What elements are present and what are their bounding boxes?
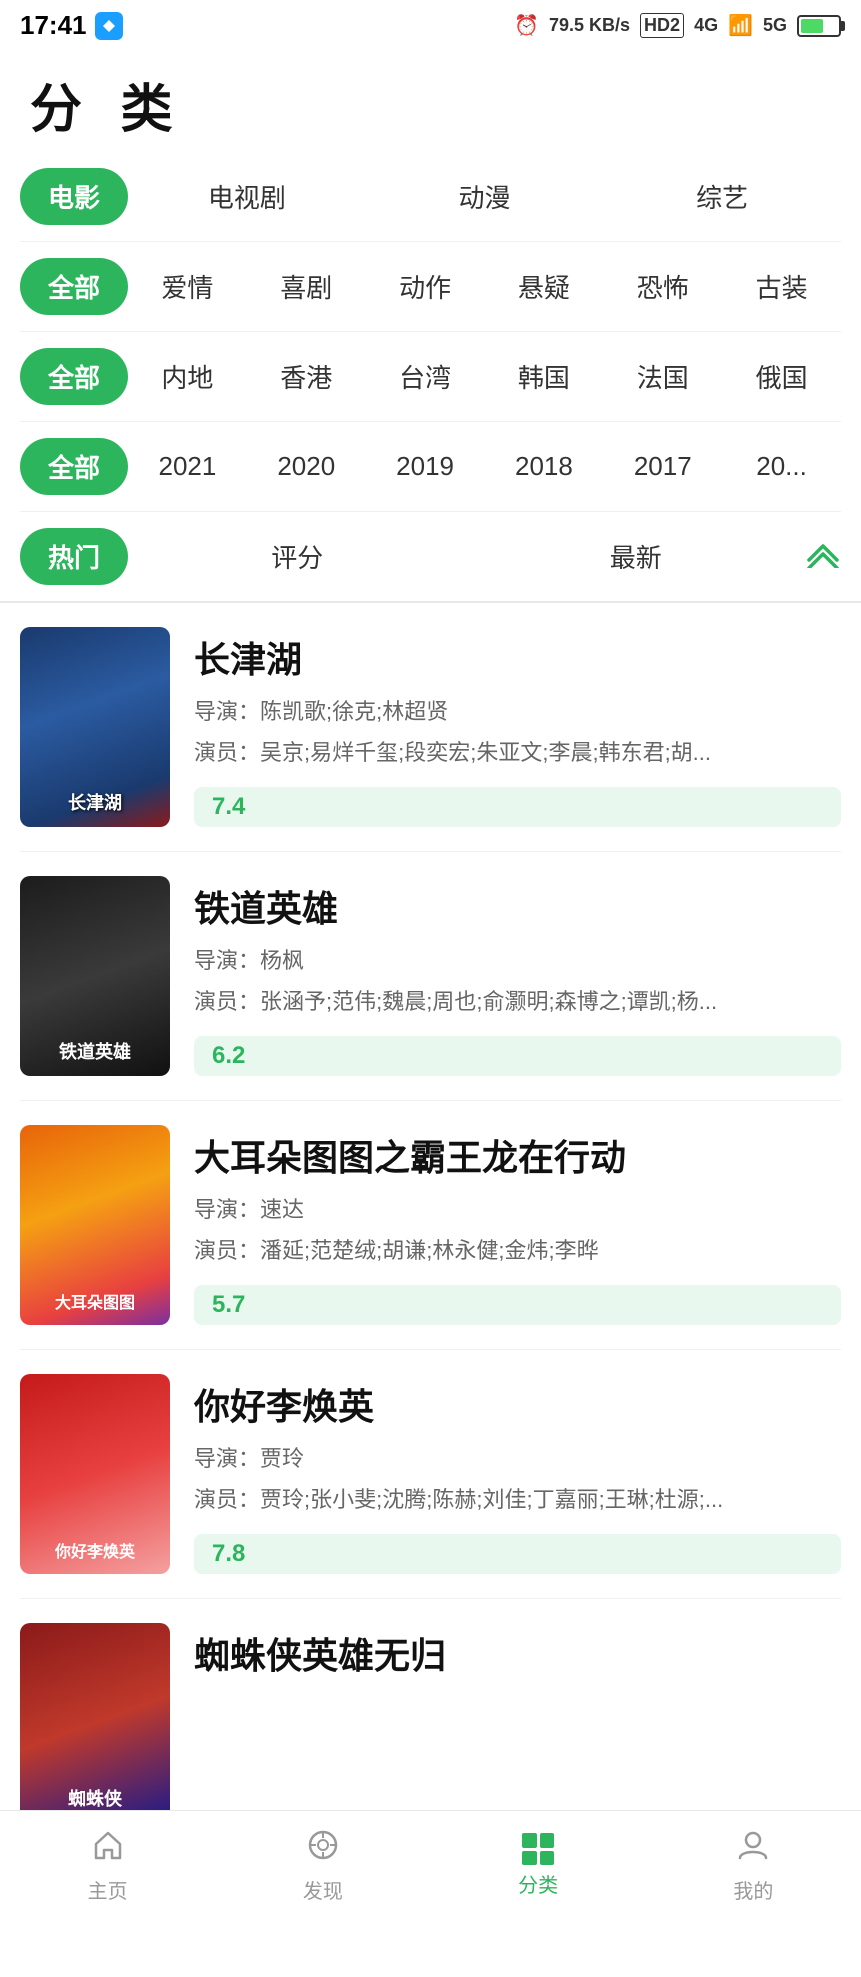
movie-info-spider: 蜘蛛侠英雄无归 xyxy=(194,1623,841,1823)
movie-list: 长津湖 导演：陈凯歌;徐克;林超贤 演员：吴京;易烊千玺;段奕宏;朱亚文;李晨;… xyxy=(0,603,861,1847)
status-bar: 17:41 ⏰ 79.5 KB/s HD2 4G 📶 5G xyxy=(0,0,861,47)
page-title: 分 类 xyxy=(0,47,861,152)
filter-option-2019[interactable]: 2019 xyxy=(366,441,485,492)
movie-cast-nihao: 演员：贾玲;张小斐;沈腾;陈赫;刘佳;丁嘉丽;王琳;杜源;... xyxy=(194,1483,841,1516)
filter-row-genre: 全部 爱情 喜剧 动作 悬疑 恐怖 古装 xyxy=(20,242,841,332)
movie-rating-changjihu: 7.4 xyxy=(194,787,841,827)
filter-option-mystery[interactable]: 悬疑 xyxy=(485,258,604,315)
filter-option-hk[interactable]: 香港 xyxy=(247,348,366,405)
movie-info-nihao: 你好李焕英 导演：贾玲 演员：贾玲;张小斐;沈腾;陈赫;刘佳;丁嘉丽;王琳;杜源… xyxy=(194,1374,841,1574)
movie-director-nihao: 导演：贾玲 xyxy=(194,1442,841,1475)
filter-option-mainland[interactable]: 内地 xyxy=(128,348,247,405)
user-icon xyxy=(736,1828,770,1871)
filter-option-2020[interactable]: 2020 xyxy=(247,441,366,492)
movie-director-daerduo: 导演：速达 xyxy=(194,1193,841,1226)
filter-row-type: 电影 电视剧 动漫 综艺 xyxy=(20,152,841,242)
filter-section: 电影 电视剧 动漫 综艺 全部 爱情 喜剧 动作 悬疑 恐怖 古装 全部 内地 … xyxy=(0,152,861,601)
filter-active-region[interactable]: 全部 xyxy=(20,348,128,405)
movie-poster-nihao[interactable] xyxy=(20,1374,170,1574)
filter-option-horror[interactable]: 恐怖 xyxy=(603,258,722,315)
filter-option-2018[interactable]: 2018 xyxy=(485,441,604,492)
filter-option-2017[interactable]: 2017 xyxy=(603,441,722,492)
app-icon xyxy=(95,12,123,40)
filter-option-more-years[interactable]: 20... xyxy=(722,441,841,492)
collapse-filter-button[interactable] xyxy=(805,538,841,576)
movie-info-tiedao: 铁道英雄 导演：杨枫 演员：张涵予;范伟;魏晨;周也;俞灏明;森博之;谭凯;杨.… xyxy=(194,876,841,1076)
nav-profile[interactable]: 我的 xyxy=(646,1818,861,1914)
movie-rating-tiedao: 6.2 xyxy=(194,1036,841,1076)
filter-option-anime[interactable]: 动漫 xyxy=(366,168,604,225)
category-icon xyxy=(522,1833,554,1865)
filter-option-romance[interactable]: 爱情 xyxy=(128,258,247,315)
movie-info-daerduo: 大耳朵图图之霸王龙在行动 导演：速达 演员：潘延;范楚绒;胡谦;林永健;金炜;李… xyxy=(194,1125,841,1325)
filter-row-region: 全部 内地 香港 台湾 韩国 法国 俄国 xyxy=(20,332,841,422)
movie-director-tiedao: 导演：杨枫 xyxy=(194,944,841,977)
nav-discover[interactable]: 发现 xyxy=(215,1818,430,1914)
movie-item-changjihu: 长津湖 导演：陈凯歌;徐克;林超贤 演员：吴京;易烊千玺;段奕宏;朱亚文;李晨;… xyxy=(20,603,841,852)
movie-title-tiedao[interactable]: 铁道英雄 xyxy=(194,880,841,932)
filter-active-movie[interactable]: 电影 xyxy=(20,168,128,225)
filter-option-rating[interactable]: 评分 xyxy=(128,528,467,585)
filter-row-year: 全部 2021 2020 2019 2018 2017 20... xyxy=(20,422,841,512)
movie-info-changjihu: 长津湖 导演：陈凯歌;徐克;林超贤 演员：吴京;易烊千玺;段奕宏;朱亚文;李晨;… xyxy=(194,627,841,827)
signal-icon: 📶 xyxy=(728,13,753,38)
filter-type-options: 电视剧 动漫 综艺 xyxy=(128,168,841,225)
filter-active-hot[interactable]: 热门 xyxy=(20,528,128,585)
movie-title-nihao[interactable]: 你好李焕英 xyxy=(194,1378,841,1430)
alarm-icon: ⏰ xyxy=(514,13,539,38)
nav-home[interactable]: 主页 xyxy=(0,1818,215,1914)
movie-item-tiedao: 铁道英雄 导演：杨枫 演员：张涵予;范伟;魏晨;周也;俞灏明;森博之;谭凯;杨.… xyxy=(20,852,841,1101)
filter-option-korea[interactable]: 韩国 xyxy=(485,348,604,405)
hd2-label: HD2 xyxy=(640,13,684,38)
nav-discover-label: 发现 xyxy=(303,1875,343,1904)
status-left: 17:41 xyxy=(20,10,123,41)
filter-option-comedy[interactable]: 喜剧 xyxy=(247,258,366,315)
movie-poster-spider[interactable] xyxy=(20,1623,170,1823)
filter-region-options: 内地 香港 台湾 韩国 法国 俄国 xyxy=(128,348,841,405)
filter-option-costume[interactable]: 古装 xyxy=(722,258,841,315)
movie-director-changjihu: 导演：陈凯歌;徐克;林超贤 xyxy=(194,695,841,728)
filter-year-options: 2021 2020 2019 2018 2017 20... xyxy=(128,441,841,492)
battery-icon xyxy=(797,15,841,37)
home-icon xyxy=(91,1828,125,1871)
status-right: ⏰ 79.5 KB/s HD2 4G 📶 5G xyxy=(514,13,841,38)
movie-cast-daerduo: 演员：潘延;范楚绒;胡谦;林永健;金炜;李晔 xyxy=(194,1234,841,1267)
nav-category[interactable]: 分类 xyxy=(431,1823,646,1908)
movie-item-daerduo: 大耳朵图图之霸王龙在行动 导演：速达 演员：潘延;范楚绒;胡谦;林永健;金炜;李… xyxy=(20,1101,841,1350)
movie-title-changjihu[interactable]: 长津湖 xyxy=(194,631,841,683)
movie-cast-changjihu: 演员：吴京;易烊千玺;段奕宏;朱亚文;李晨;韩东君;胡... xyxy=(194,736,841,769)
filter-option-france[interactable]: 法国 xyxy=(603,348,722,405)
filter-option-variety[interactable]: 综艺 xyxy=(603,168,841,225)
filter-active-year[interactable]: 全部 xyxy=(20,438,128,495)
nav-profile-label: 我的 xyxy=(733,1875,773,1904)
5g-icon: 5G xyxy=(763,15,787,36)
filter-active-genre[interactable]: 全部 xyxy=(20,258,128,315)
network-speed: 79.5 KB/s xyxy=(549,15,630,36)
filter-option-taiwan[interactable]: 台湾 xyxy=(366,348,485,405)
movie-poster-changjihu[interactable] xyxy=(20,627,170,827)
movie-rating-daerduo: 5.7 xyxy=(194,1285,841,1325)
filter-genre-options: 爱情 喜剧 动作 悬疑 恐怖 古装 xyxy=(128,258,841,315)
movie-title-daerduo[interactable]: 大耳朵图图之霸王龙在行动 xyxy=(194,1129,841,1181)
movie-title-spider[interactable]: 蜘蛛侠英雄无归 xyxy=(194,1627,841,1679)
movie-poster-daerduo[interactable] xyxy=(20,1125,170,1325)
nav-home-label: 主页 xyxy=(88,1875,128,1904)
filter-sort-options: 评分 最新 xyxy=(128,528,805,585)
movie-item-nihao: 你好李焕英 导演：贾玲 演员：贾玲;张小斐;沈腾;陈赫;刘佳;丁嘉丽;王琳;杜源… xyxy=(20,1350,841,1599)
filter-option-newest[interactable]: 最新 xyxy=(467,528,806,585)
filter-row-sort: 热门 评分 最新 xyxy=(20,512,841,601)
movie-rating-nihao: 7.8 xyxy=(194,1534,841,1574)
discover-icon xyxy=(306,1828,340,1871)
status-time: 17:41 xyxy=(20,10,87,41)
nav-category-label: 分类 xyxy=(518,1869,558,1898)
filter-option-action[interactable]: 动作 xyxy=(366,258,485,315)
4g-icon: 4G xyxy=(694,15,718,36)
filter-option-2021[interactable]: 2021 xyxy=(128,441,247,492)
movie-poster-tiedao[interactable] xyxy=(20,876,170,1076)
filter-option-russia[interactable]: 俄国 xyxy=(722,348,841,405)
bottom-nav: 主页 发现 分类 我的 xyxy=(0,1810,861,1920)
movie-cast-tiedao: 演员：张涵予;范伟;魏晨;周也;俞灏明;森博之;谭凯;杨... xyxy=(194,985,841,1018)
filter-option-tv[interactable]: 电视剧 xyxy=(128,168,366,225)
